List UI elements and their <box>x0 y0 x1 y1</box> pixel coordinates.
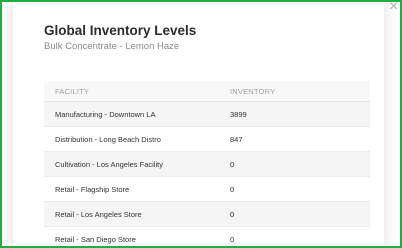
table-row[interactable]: Retail - Los Angeles Store 0 <box>44 202 370 227</box>
inventory-cell: 0 <box>230 234 235 244</box>
table-row[interactable]: Cultivation - Los Angeles Facility 0 <box>44 152 370 177</box>
table-row[interactable]: Manufacturing - Downtown LA 3899 <box>44 102 370 127</box>
facility-cell: Retail - Los Angeles Store <box>55 209 142 219</box>
inventory-cell: 0 <box>230 209 235 219</box>
inventory-modal: Global Inventory Levels Bulk Concentrate… <box>13 2 384 246</box>
facility-cell: Retail - San Diego Store <box>55 234 136 244</box>
close-icon[interactable]: × <box>389 2 398 16</box>
column-header-inventory[interactable]: INVENTORY <box>230 87 370 96</box>
table-row[interactable]: Retail - Flagship Store 0 <box>44 177 370 202</box>
column-header-facility[interactable]: FACILITY <box>44 87 230 96</box>
inventory-table: FACILITY INVENTORY Manufacturing - Downt… <box>44 81 370 246</box>
modal-subtitle: Bulk Concentrate - Lemon Haze <box>44 41 180 52</box>
modal-title: Global Inventory Levels <box>44 23 197 38</box>
inventory-cell: 847 <box>230 134 243 144</box>
table-row[interactable]: Distribution - Long Beach Distro 847 <box>44 127 370 152</box>
inventory-cell: 0 <box>230 159 235 169</box>
facility-cell: Distribution - Long Beach Distro <box>55 134 161 144</box>
table-header: FACILITY INVENTORY <box>44 81 370 102</box>
table-row[interactable]: Retail - San Diego Store 0 <box>44 227 370 246</box>
screenshot-frame: Global Inventory Levels Bulk Concentrate… <box>0 0 402 248</box>
inventory-cell: 3899 <box>230 109 247 119</box>
inventory-cell: 0 <box>230 184 235 194</box>
facility-cell: Cultivation - Los Angeles Facility <box>55 159 163 169</box>
table-body: Manufacturing - Downtown LA 3899 Distrib… <box>44 102 370 246</box>
facility-cell: Retail - Flagship Store <box>55 184 130 194</box>
facility-cell: Manufacturing - Downtown LA <box>55 109 156 119</box>
